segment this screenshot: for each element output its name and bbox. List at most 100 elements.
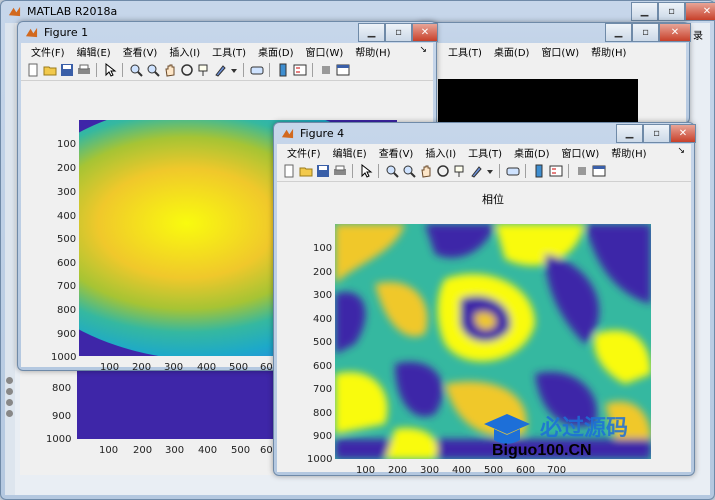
maximize-button[interactable]: ▫ (385, 23, 412, 42)
maximize-button[interactable]: ▫ (643, 124, 670, 143)
menu-view[interactable]: 查看(V) (373, 145, 420, 160)
minimize-button[interactable]: ▁ (358, 23, 385, 42)
menu-insert[interactable]: 插入(I) (163, 44, 206, 59)
menu-desktop[interactable]: 桌面(D) (508, 145, 556, 160)
legend-icon[interactable] (292, 63, 307, 78)
y-tick: 300 (313, 290, 333, 301)
pointer-icon[interactable] (358, 164, 373, 179)
y-tick: 100 (57, 139, 77, 150)
hide-tools-icon[interactable] (574, 164, 589, 179)
pan-hand-icon[interactable] (418, 164, 433, 179)
save-icon[interactable] (59, 63, 74, 78)
pointer-icon[interactable] (102, 63, 117, 78)
toolbar-separator (243, 63, 244, 77)
rotate-3d-icon[interactable] (435, 164, 450, 179)
legend-icon[interactable] (548, 164, 563, 179)
menu-edit[interactable]: 编辑(E) (327, 145, 373, 160)
link-plot-icon[interactable] (505, 164, 520, 179)
x-tick: 400 (198, 445, 218, 456)
y-tick: 500 (313, 337, 333, 348)
figure4-menubar: 文件(F) 编辑(E) 查看(V) 插入(I) 工具(T) 桌面(D) 窗口(W… (277, 144, 691, 161)
dock-figure-icon[interactable] (591, 164, 606, 179)
new-figure-icon[interactable] (25, 63, 40, 78)
menu-tools[interactable]: 工具(T) (442, 44, 488, 59)
y-tick: 400 (313, 314, 333, 325)
y-tick: 200 (313, 267, 333, 278)
open-file-icon[interactable] (42, 63, 57, 78)
colorbar-icon[interactable] (531, 164, 546, 179)
menu-insert[interactable]: 插入(I) (419, 145, 462, 160)
zoom-out-icon[interactable] (145, 63, 160, 78)
menubar-chevron-icon[interactable]: ↘ (419, 45, 427, 55)
data-cursor-icon[interactable] (452, 164, 467, 179)
menu-tools[interactable]: 工具(T) (206, 44, 252, 59)
watermark: 必过源码 Biguo100.CN (478, 410, 678, 466)
close-button[interactable]: ✕ (659, 23, 691, 42)
x-tick: 300 (164, 362, 184, 373)
x-tick: 300 (165, 445, 185, 456)
y-tick: 1000 (51, 352, 77, 363)
rotate-3d-icon[interactable] (179, 63, 194, 78)
pan-hand-icon[interactable] (162, 63, 177, 78)
print-icon[interactable] (76, 63, 91, 78)
y-tick: 900 (52, 411, 72, 422)
matlab-logo-icon (25, 27, 38, 38)
close-button[interactable]: ✕ (670, 124, 696, 143)
behind-axes-image-lower (77, 365, 277, 439)
y-tick: 800 (57, 305, 77, 316)
zoom-in-icon[interactable] (128, 63, 143, 78)
menu-desktop[interactable]: 桌面(D) (252, 44, 300, 59)
data-cursor-icon[interactable] (196, 63, 211, 78)
dropdown-arrow-icon[interactable] (230, 63, 238, 78)
menu-desktop[interactable]: 桌面(D) (488, 44, 536, 59)
menubar-chevron-icon[interactable]: ↘ (677, 146, 685, 156)
maximize-button[interactable]: ▫ (632, 23, 659, 42)
menu-file[interactable]: 文件(F) (25, 44, 71, 59)
x-tick: 200 (388, 465, 408, 476)
minimize-button[interactable]: ▁ (631, 2, 658, 21)
open-file-icon[interactable] (298, 164, 313, 179)
x-tick: 100 (356, 465, 376, 476)
menu-window[interactable]: 窗口(W) (300, 44, 350, 59)
x-tick: 100 (100, 362, 120, 373)
menu-help[interactable]: 帮助(H) (605, 145, 652, 160)
hide-tools-icon[interactable] (318, 63, 333, 78)
menu-window[interactable]: 窗口(W) (556, 145, 606, 160)
menu-file[interactable]: 文件(F) (281, 145, 327, 160)
colorbar-icon[interactable] (275, 63, 290, 78)
menu-edit[interactable]: 编辑(E) (71, 44, 117, 59)
menu-tools[interactable]: 工具(T) (462, 145, 508, 160)
dropdown-arrow-icon[interactable] (486, 164, 494, 179)
zoom-in-icon[interactable] (384, 164, 399, 179)
x-tick: 200 (133, 445, 153, 456)
new-figure-icon[interactable] (281, 164, 296, 179)
figure1-window-controls: ▁ ▫ ✕ (358, 23, 438, 42)
dock-figure-icon[interactable] (335, 63, 350, 78)
close-button[interactable]: ✕ (412, 23, 438, 42)
matlab-logo-icon (281, 128, 294, 139)
behind-menubar: 工具(T) 桌面(D) 窗口(W) 帮助(H) (420, 43, 686, 60)
zoom-out-icon[interactable] (401, 164, 416, 179)
y-tick: 600 (57, 258, 77, 269)
figure1-menubar: 文件(F) 编辑(E) 查看(V) 插入(I) 工具(T) 桌面(D) 窗口(W… (21, 43, 433, 60)
menu-window[interactable]: 窗口(W) (535, 44, 585, 59)
minimize-button[interactable]: ▁ (616, 124, 643, 143)
menu-view[interactable]: 查看(V) (117, 44, 164, 59)
close-button[interactable]: ✕ (685, 2, 715, 21)
menu-help[interactable]: 帮助(H) (585, 44, 632, 59)
y-tick: 700 (57, 281, 77, 292)
save-icon[interactable] (315, 164, 330, 179)
x-tick: 200 (132, 362, 152, 373)
x-tick: 400 (452, 465, 472, 476)
toolbar-separator (568, 164, 569, 178)
minimize-button[interactable]: ▁ (605, 23, 632, 42)
print-icon[interactable] (332, 164, 347, 179)
y-tick: 300 (57, 187, 77, 198)
maximize-button[interactable]: ▫ (658, 2, 685, 21)
toolbar-separator (312, 63, 313, 77)
link-plot-icon[interactable] (249, 63, 264, 78)
brush-icon[interactable] (469, 164, 484, 179)
figure4-toolbar (277, 161, 691, 182)
brush-icon[interactable] (213, 63, 228, 78)
menu-help[interactable]: 帮助(H) (349, 44, 396, 59)
